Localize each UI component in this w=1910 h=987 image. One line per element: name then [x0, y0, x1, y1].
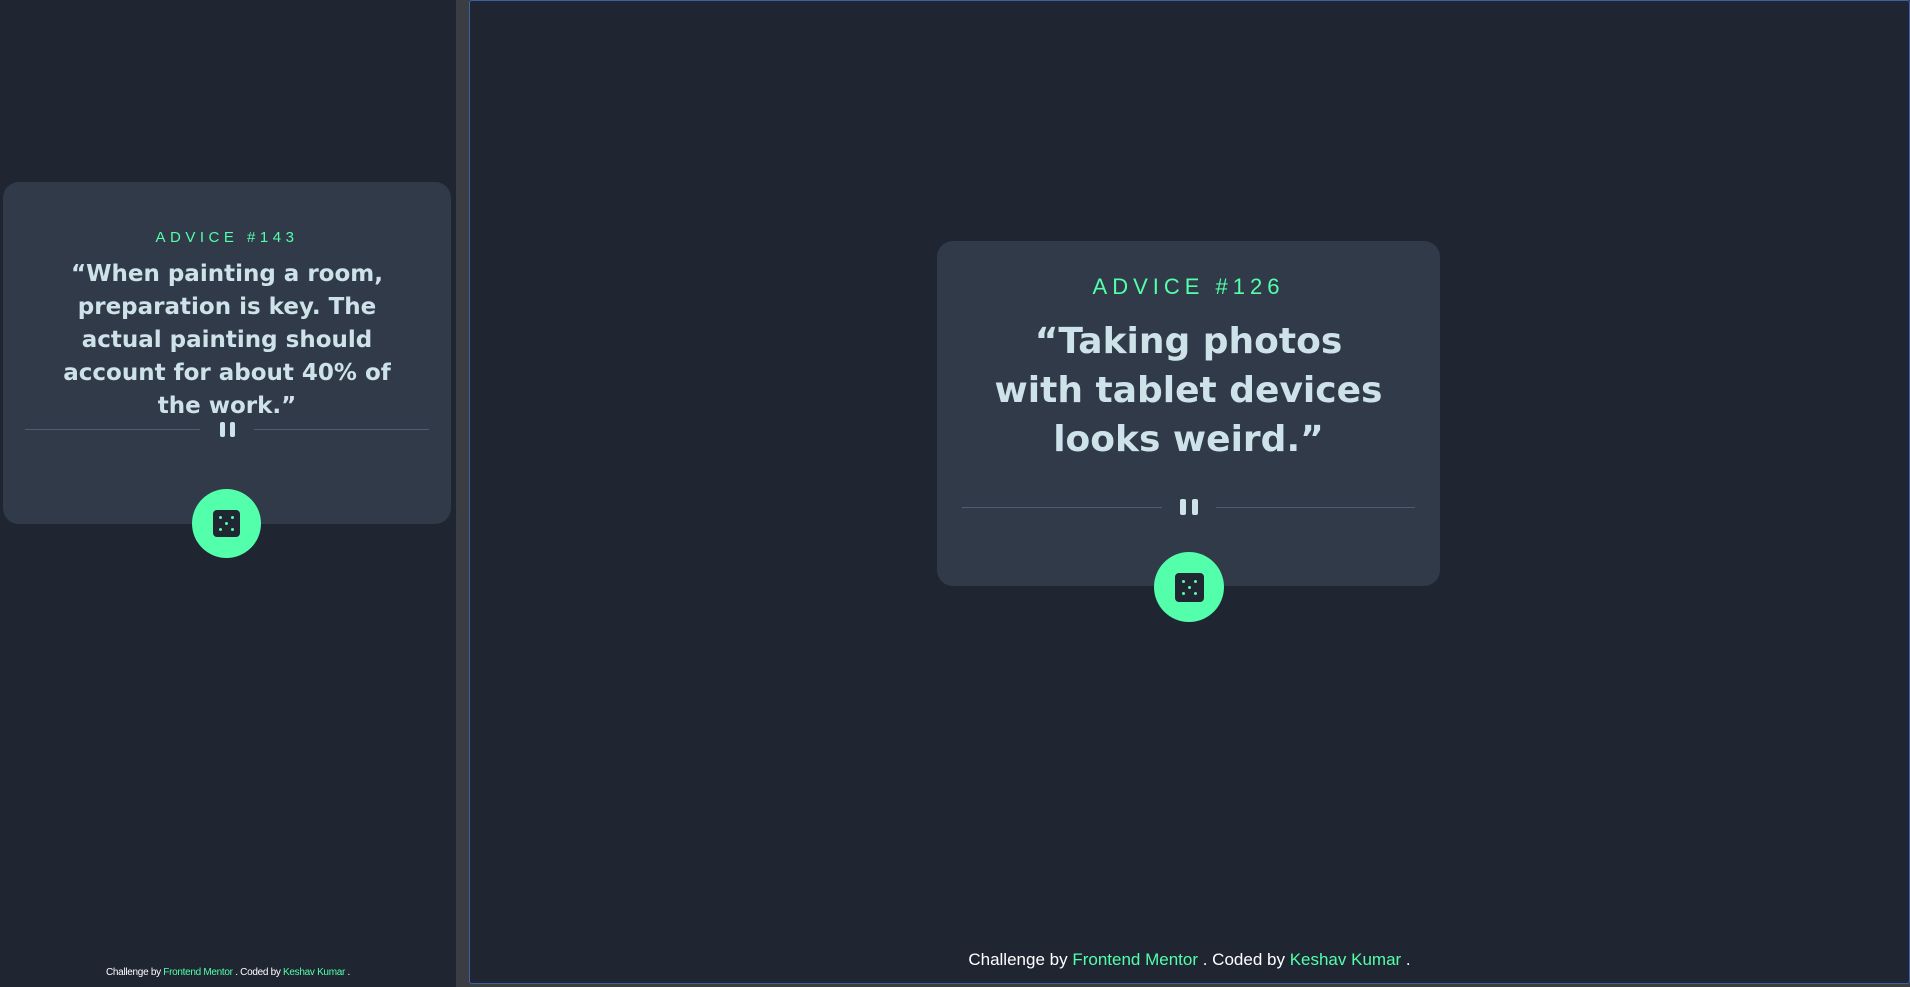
advice-number: ADVICE #126	[1092, 274, 1285, 299]
frontend-mentor-link[interactable]: Frontend Mentor	[1072, 950, 1198, 969]
divider-line-left	[962, 506, 1162, 508]
generate-advice-button[interactable]	[192, 489, 261, 558]
frontend-mentor-link[interactable]: Frontend Mentor	[163, 967, 233, 978]
pause-icon	[1162, 499, 1216, 515]
dice-icon	[213, 510, 240, 537]
footer-text: Challenge by	[968, 950, 1073, 969]
footer-text: .	[1405, 950, 1411, 969]
advice-card: ADVICE #126 “Taking photos with tablet d…	[937, 241, 1440, 586]
author-link[interactable]: Keshav Kumar	[1290, 950, 1402, 969]
advice-card: ADVICE #143 “When painting a room, prepa…	[3, 182, 451, 524]
advice-quote: “When painting a room, preparation is ke…	[63, 261, 391, 419]
pause-icon	[200, 422, 254, 437]
footer-text: . Coded by	[235, 967, 284, 978]
divider-line-right	[1215, 506, 1415, 508]
divider-line-right	[254, 429, 429, 430]
advice-quote: “Taking photos with tablet devices looks…	[994, 321, 1383, 460]
attribution-footer: Challenge by Frontend Mentor . Coded by …	[470, 950, 1909, 970]
footer-text: .	[347, 967, 351, 978]
author-link[interactable]: Keshav Kumar	[283, 967, 345, 978]
footer-text: . Coded by	[1202, 950, 1290, 969]
footer-text: Challenge by	[106, 967, 164, 978]
attribution-footer: Challenge by Frontend Mentor . Coded by …	[0, 967, 456, 978]
desktop-preview-pane: ADVICE #126 “Taking photos with tablet d…	[469, 0, 1910, 984]
advice-number: ADVICE #143	[155, 229, 299, 246]
divider-line-left	[25, 429, 200, 430]
mobile-preview-pane: ADVICE #143 “When painting a room, prepa…	[0, 0, 456, 987]
generate-advice-button[interactable]	[1154, 552, 1224, 622]
pattern-divider	[3, 422, 451, 437]
dice-icon	[1174, 572, 1204, 602]
pattern-divider	[937, 499, 1440, 515]
